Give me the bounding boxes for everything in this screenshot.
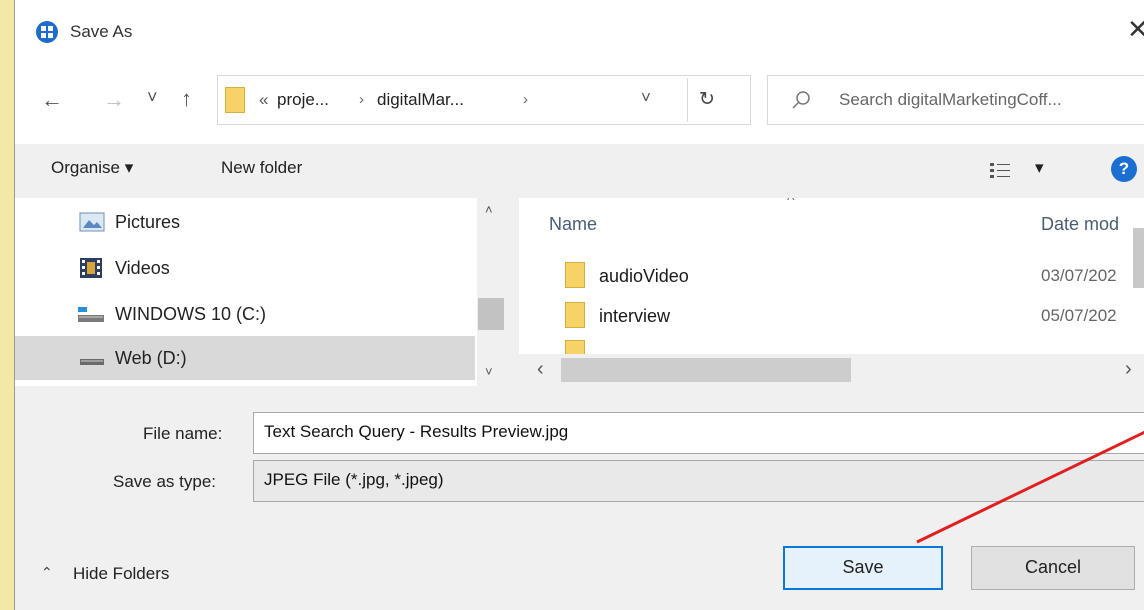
save-as-dialog: Save As ✕ ← → ˅ ↑ « proje... › digitalMa…	[14, 0, 1144, 610]
annotation-arrow	[916, 430, 1144, 544]
